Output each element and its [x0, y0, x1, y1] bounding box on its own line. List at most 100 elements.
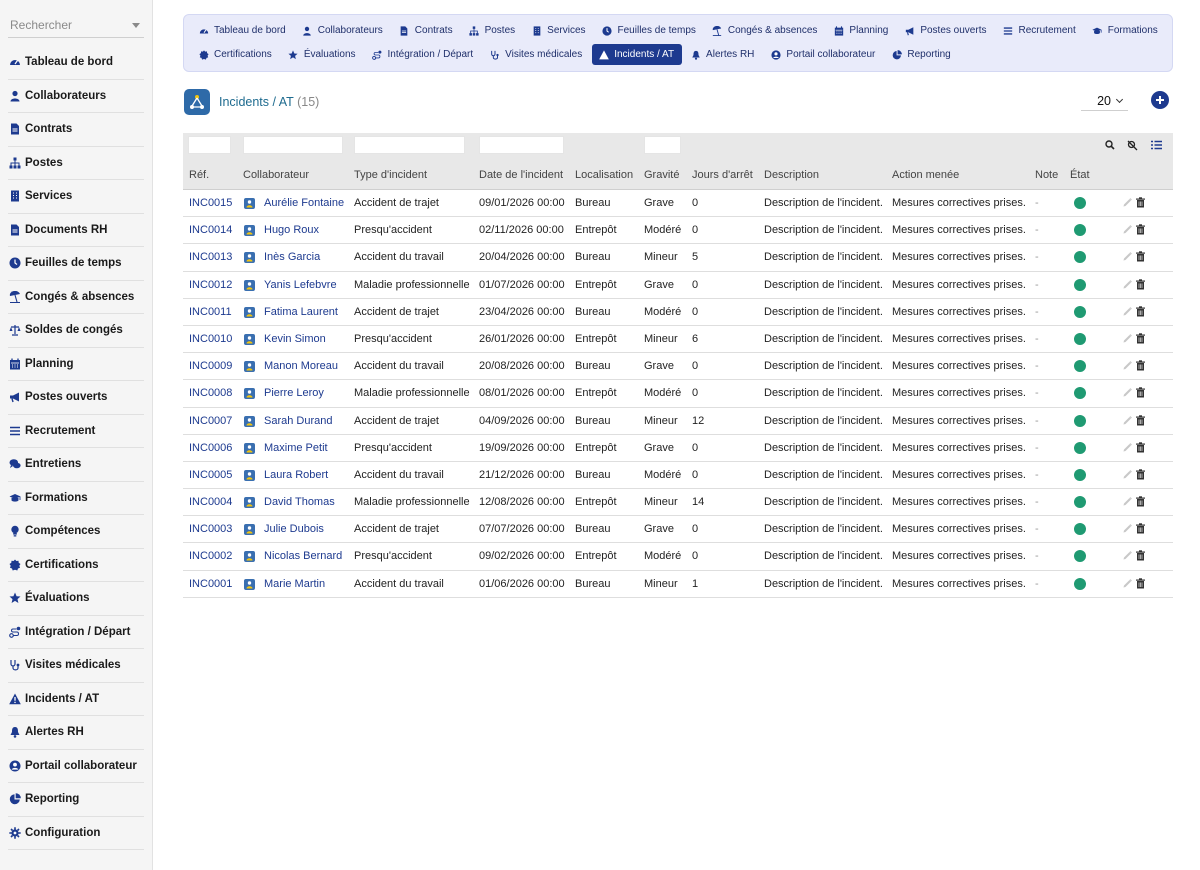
table-row[interactable]: INC0005 Laura Robert Accident du travail 21… — [183, 462, 1173, 490]
search-box[interactable] — [8, 14, 144, 38]
tab-postes-ouverts[interactable]: Postes ouverts — [898, 20, 994, 41]
trash-icon[interactable] — [1135, 441, 1147, 454]
edit-icon[interactable] — [1122, 442, 1134, 454]
chevron-down-icon[interactable] — [132, 23, 140, 28]
edit-icon[interactable] — [1122, 550, 1134, 562]
tab-recrutement[interactable]: Recrutement — [996, 20, 1083, 41]
tab-planning[interactable]: Planning — [827, 20, 896, 41]
tab-evaluations[interactable]: Évaluations — [282, 44, 364, 65]
table-row[interactable]: INC0003 Julie Dubois Accident de trajet 07/… — [183, 516, 1173, 544]
employee-link[interactable]: Fatima Laurent — [264, 306, 338, 318]
sidebar-item-services[interactable]: Services — [8, 180, 144, 214]
tab-integration-depart[interactable]: Intégration / Départ — [366, 44, 482, 65]
incident-ref-link[interactable]: INC0012 — [189, 279, 232, 291]
edit-icon[interactable] — [1122, 224, 1134, 236]
employee-link[interactable]: Inès Garcia — [264, 251, 320, 263]
sidebar-item-conges-absences[interactable]: Congés & absences — [8, 281, 144, 314]
incident-ref-link[interactable]: INC0014 — [189, 224, 232, 236]
tab-certifications[interactable]: Certifications — [192, 44, 280, 65]
trash-icon[interactable] — [1135, 224, 1147, 236]
table-row[interactable]: INC0004 David Thomas Maladie professionnel… — [183, 489, 1173, 517]
sidebar-item-configuration[interactable]: Configuration — [8, 817, 144, 850]
trash-icon[interactable] — [1135, 387, 1147, 399]
sidebar-item-competences[interactable]: Compétences — [8, 515, 144, 549]
sidebar-item-collaborateurs[interactable]: Collaborateurs — [8, 80, 144, 113]
table-row[interactable]: INC0009 Manon Moreau Accident du travail 20… — [183, 353, 1173, 381]
sidebar-item-feuilles-de-temps[interactable]: Feuilles de temps — [8, 247, 144, 281]
employee-link[interactable]: Manon Moreau — [264, 360, 338, 372]
table-row[interactable]: INC0015 Aurélie Fontaine Accident de traje… — [183, 190, 1173, 218]
filter-type[interactable] — [354, 136, 465, 154]
trash-icon[interactable] — [1135, 523, 1147, 535]
column-header-ref[interactable]: Réf. — [189, 169, 209, 181]
tab-tableau-de-bord[interactable]: Tableau de bord — [192, 20, 294, 41]
trash-icon[interactable] — [1135, 197, 1147, 209]
sidebar-item-formations[interactable]: Formations — [8, 482, 144, 515]
employee-link[interactable]: Marie Martin — [264, 578, 325, 590]
add-incident-button[interactable] — [1151, 91, 1169, 109]
tab-collaborateurs[interactable]: Collaborateurs — [296, 20, 391, 41]
edit-icon[interactable] — [1122, 415, 1134, 427]
filter-gravite[interactable] — [644, 136, 681, 154]
employee-link[interactable]: Sarah Durand — [264, 415, 333, 427]
tab-contrats[interactable]: Contrats — [393, 20, 461, 41]
trash-icon[interactable] — [1135, 414, 1147, 427]
column-header-collaborateur[interactable]: Collaborateur — [243, 169, 309, 181]
sidebar-item-postes-ouverts[interactable]: Postes ouverts — [8, 381, 144, 415]
employee-link[interactable]: Yanis Lefebvre — [264, 279, 337, 291]
table-row[interactable]: INC0006 Maxime Petit Presqu'accident 19/09/… — [183, 435, 1173, 462]
column-header-etat[interactable]: État — [1070, 169, 1090, 181]
column-header-description[interactable]: Description — [764, 169, 819, 181]
table-row[interactable]: INC0013 Inès Garcia Accident du travail 20/… — [183, 244, 1173, 272]
tab-visites-medicales[interactable]: Visites médicales — [483, 44, 590, 65]
filter-collaborateur[interactable] — [243, 136, 343, 154]
employee-link[interactable]: Julie Dubois — [264, 523, 324, 535]
tab-incidents-at[interactable]: Incidents / AT — [592, 44, 683, 65]
sidebar-item-documents-rh[interactable]: Documents RH — [8, 214, 144, 247]
employee-link[interactable]: Pierre Leroy — [264, 387, 324, 399]
column-header-date[interactable]: Date de l'incident — [479, 169, 563, 181]
employee-link[interactable]: Kevin Simon — [264, 333, 326, 345]
table-row[interactable]: INC0010 Kevin Simon Presqu'accident 26/01/2… — [183, 326, 1173, 354]
sidebar-item-portail-collaborateur[interactable]: Portail collaborateur — [8, 750, 144, 783]
sidebar-item-entretiens[interactable]: Entretiens — [8, 448, 144, 482]
trash-icon[interactable] — [1135, 278, 1147, 291]
sidebar-item-incidents-at[interactable]: Incidents / AT — [8, 683, 144, 716]
incident-ref-link[interactable]: INC0007 — [189, 415, 232, 427]
employee-link[interactable]: Maxime Petit — [264, 442, 328, 454]
incident-ref-link[interactable]: INC0013 — [189, 251, 232, 263]
sidebar-item-planning[interactable]: Planning — [8, 348, 144, 381]
incident-ref-link[interactable]: INC0015 — [189, 197, 232, 209]
table-row[interactable]: INC0008 Pierre Leroy Maladie professionnel… — [183, 380, 1173, 408]
list-columns-icon[interactable] — [1149, 138, 1163, 152]
incident-ref-link[interactable]: INC0011 — [189, 306, 232, 318]
edit-icon[interactable] — [1122, 197, 1134, 209]
table-row[interactable]: INC0001 Marie Martin Accident du travail 01… — [183, 571, 1173, 598]
filter-date[interactable] — [479, 136, 564, 154]
table-row[interactable]: INC0011 Fatima Laurent Accident de trajet 2… — [183, 299, 1173, 326]
tab-formations[interactable]: Formations — [1086, 20, 1166, 41]
incident-ref-link[interactable]: INC0002 — [189, 550, 232, 562]
table-row[interactable]: INC0007 Sarah Durand Accident de trajet 04/… — [183, 408, 1173, 435]
employee-link[interactable]: Hugo Roux — [264, 224, 319, 236]
tab-reporting[interactable]: Reporting — [885, 44, 958, 65]
sidebar-item-alertes-rh[interactable]: Alertes RH — [8, 716, 144, 750]
sidebar-item-contrats[interactable]: Contrats — [8, 113, 144, 147]
column-header-gravite[interactable]: Gravité — [644, 169, 679, 181]
edit-icon[interactable] — [1122, 523, 1134, 535]
edit-icon[interactable] — [1122, 360, 1134, 372]
incident-ref-link[interactable]: INC0004 — [189, 496, 232, 508]
incident-ref-link[interactable]: INC0005 — [189, 469, 232, 481]
clear-search-icon[interactable] — [1125, 138, 1139, 152]
trash-icon[interactable] — [1135, 333, 1147, 345]
search-icon[interactable] — [1103, 138, 1117, 152]
column-header-jours-arret[interactable]: Jours d'arrêt — [692, 169, 753, 181]
sidebar-item-certifications[interactable]: Certifications — [8, 549, 144, 582]
tab-portail-collaborateur[interactable]: Portail collaborateur — [764, 44, 883, 65]
sidebar-item-soldes-de-conges[interactable]: Soldes de congés — [8, 314, 144, 348]
tab-postes[interactable]: Postes — [463, 20, 524, 41]
incident-ref-link[interactable]: INC0003 — [189, 523, 232, 535]
edit-icon[interactable] — [1122, 578, 1134, 590]
trash-icon[interactable] — [1135, 550, 1147, 562]
column-header-action[interactable]: Action menée — [892, 169, 959, 181]
